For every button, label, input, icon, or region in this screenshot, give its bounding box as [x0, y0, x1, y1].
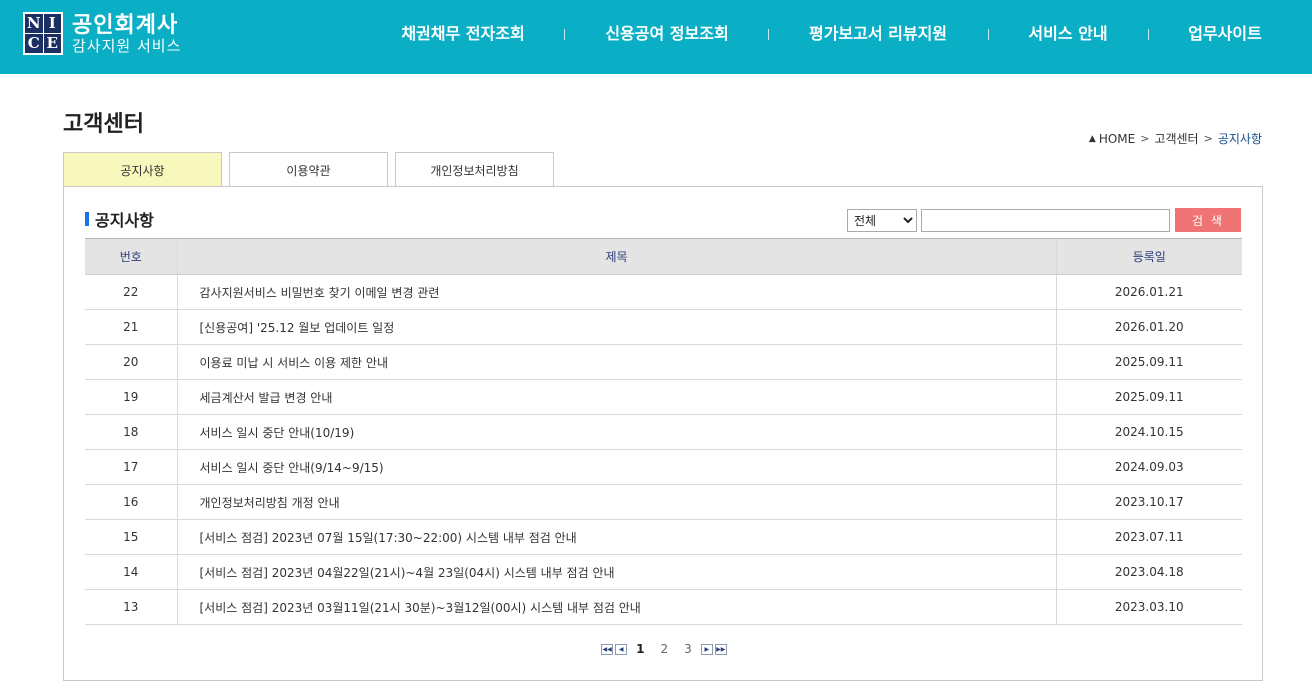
row-number: 14	[85, 554, 177, 590]
chevron-right-icon: >	[1140, 132, 1150, 145]
nice-logo[interactable]: N I C E 공인회계사 감사지원 서비스	[23, 12, 181, 55]
nav-divider	[988, 29, 989, 40]
table-row[interactable]: 17 서비스 일시 중단 안내(9/14~9/15) 2024.09.03	[85, 449, 1242, 485]
row-title-link[interactable]: [서비스 점검] 2023년 03월11일(21시 30분)~3월12일(00시…	[200, 601, 641, 615]
row-title-link[interactable]: 이용료 미납 시 서비스 이용 제한 안내	[200, 356, 389, 370]
table-row[interactable]: 22 감사지원서비스 비밀번호 찾기 이메일 변경 관련 2026.01.21	[85, 274, 1242, 310]
table-row[interactable]: 15 [서비스 점검] 2023년 07월 15일(17:30~22:00) 시…	[85, 519, 1242, 555]
row-title-link[interactable]: [서비스 점검] 2023년 07월 15일(17:30~22:00) 시스템 …	[200, 531, 577, 545]
nav-report-review[interactable]: 평가보고서 리뷰지원	[809, 22, 947, 46]
chevron-right-icon: >	[1203, 132, 1213, 145]
search-type-select[interactable]: 전체	[847, 209, 917, 232]
table-row[interactable]: 18 서비스 일시 중단 안내(10/19) 2024.10.15	[85, 414, 1242, 450]
row-date: 2024.10.15	[1055, 414, 1242, 450]
row-title-link[interactable]: [신용공여] '25.12 월보 업데이트 일정	[200, 321, 395, 335]
page-title: 고객센터	[63, 112, 144, 137]
row-date: 2024.09.03	[1055, 449, 1242, 485]
table-row[interactable]: 21 [신용공여] '25.12 월보 업데이트 일정 2026.01.20	[85, 309, 1242, 345]
logo-text: 공인회계사 감사지원 서비스	[72, 13, 181, 55]
notice-panel: 공지사항 전체 검 색 번호 제목 등록일 22 감사지원서비스 비밀번호 찾기…	[63, 186, 1263, 681]
nav-business-site[interactable]: 업무사이트	[1188, 22, 1262, 46]
column-header-title: 제목	[176, 238, 1056, 275]
next-page-icon[interactable]: ▶	[700, 643, 713, 655]
nav-divider	[564, 29, 565, 40]
row-title-link[interactable]: 서비스 일시 중단 안내(9/14~9/15)	[200, 461, 384, 475]
page-number-current[interactable]: 1	[636, 642, 644, 656]
logo-letter: E	[43, 34, 61, 53]
logo-letter: N	[25, 14, 43, 33]
column-header-no: 번호	[85, 238, 177, 275]
breadcrumb-customer-center[interactable]: 고객센터	[1154, 130, 1198, 147]
row-title-link[interactable]: 서비스 일시 중단 안내(10/19)	[200, 426, 355, 440]
tab-privacy-policy[interactable]: 개인정보처리방침	[395, 152, 554, 187]
row-number: 16	[85, 484, 177, 520]
section-title-text: 공지사항	[95, 211, 154, 230]
row-date: 2023.07.11	[1055, 519, 1242, 555]
logo-title: 공인회계사	[72, 12, 179, 38]
row-date: 2025.09.11	[1055, 344, 1242, 380]
main-nav: 채권채무 전자조회 신용공여 정보조회 평가보고서 리뷰지원 서비스 안내 업무…	[360, 22, 1310, 46]
row-number: 21	[85, 309, 177, 345]
tab-notice[interactable]: 공지사항	[63, 152, 222, 187]
row-number: 18	[85, 414, 177, 450]
home-icon: ▲	[1088, 133, 1096, 144]
row-title-link[interactable]: [서비스 점검] 2023년 04월22일(21시)~4월 23일(04시) 시…	[200, 566, 615, 580]
row-number: 20	[85, 344, 177, 380]
row-title-link[interactable]: 세금계산서 발급 변경 안내	[200, 391, 333, 405]
search-input[interactable]	[921, 209, 1170, 232]
row-date: 2023.03.10	[1055, 589, 1242, 625]
section-bar-icon	[85, 212, 89, 226]
row-date: 2025.09.11	[1055, 379, 1242, 415]
nav-bond-debt-inquiry[interactable]: 채권채무 전자조회	[401, 22, 524, 46]
logo-mark: N I C E	[23, 12, 63, 55]
breadcrumb-current[interactable]: 공지사항	[1218, 130, 1262, 147]
row-number: 15	[85, 519, 177, 555]
logo-letter: C	[25, 34, 43, 53]
row-date: 2026.01.20	[1055, 309, 1242, 345]
logo-letter: I	[43, 14, 61, 33]
row-title-link[interactable]: 개인정보처리방침 개정 안내	[200, 496, 340, 510]
pagination: ◀◀ ◀ 1 2 3 ▶ ▶▶	[64, 642, 1264, 656]
table-header-row: 번호 제목 등록일	[85, 238, 1242, 275]
top-header: N I C E 공인회계사 감사지원 서비스 채권채무 전자조회 신용공여 정보…	[0, 0, 1312, 74]
page-number[interactable]: 2	[661, 642, 669, 656]
tab-terms[interactable]: 이용약관	[229, 152, 388, 187]
row-number: 19	[85, 379, 177, 415]
row-date: 2026.01.21	[1055, 274, 1242, 310]
page-number[interactable]: 3	[684, 642, 692, 656]
column-header-date: 등록일	[1055, 238, 1242, 275]
table-row[interactable]: 16 개인정보처리방침 개정 안내 2023.10.17	[85, 484, 1242, 520]
logo-subtitle: 감사지원 서비스	[72, 36, 182, 55]
search-button[interactable]: 검 색	[1175, 208, 1241, 232]
breadcrumb-home[interactable]: HOME	[1099, 132, 1135, 146]
nav-divider	[768, 29, 769, 40]
nav-service-guide[interactable]: 서비스 안내	[1028, 22, 1107, 46]
first-page-icon[interactable]: ◀◀	[601, 643, 614, 655]
row-title-link[interactable]: 감사지원서비스 비밀번호 찾기 이메일 변경 관련	[200, 286, 440, 300]
breadcrumb: ▲ HOME > 고객센터 > 공지사항	[1089, 130, 1262, 147]
row-date: 2023.04.18	[1055, 554, 1242, 590]
row-number: 22	[85, 274, 177, 310]
last-page-icon[interactable]: ▶▶	[714, 643, 727, 655]
nav-divider	[1148, 29, 1149, 40]
prev-page-icon[interactable]: ◀	[615, 643, 628, 655]
notice-table: 번호 제목 등록일 22 감사지원서비스 비밀번호 찾기 이메일 변경 관련 2…	[85, 238, 1242, 625]
table-row[interactable]: 19 세금계산서 발급 변경 안내 2025.09.11	[85, 379, 1242, 415]
table-row[interactable]: 14 [서비스 점검] 2023년 04월22일(21시)~4월 23일(04시…	[85, 554, 1242, 590]
table-row[interactable]: 20 이용료 미납 시 서비스 이용 제한 안내 2025.09.11	[85, 344, 1242, 380]
nav-credit-info-inquiry[interactable]: 신용공여 정보조회	[605, 22, 728, 46]
row-date: 2023.10.17	[1055, 484, 1242, 520]
table-row[interactable]: 13 [서비스 점검] 2023년 03월11일(21시 30분)~3월12일(…	[85, 589, 1242, 625]
row-number: 17	[85, 449, 177, 485]
row-number: 13	[85, 589, 177, 625]
section-title: 공지사항	[85, 207, 154, 231]
